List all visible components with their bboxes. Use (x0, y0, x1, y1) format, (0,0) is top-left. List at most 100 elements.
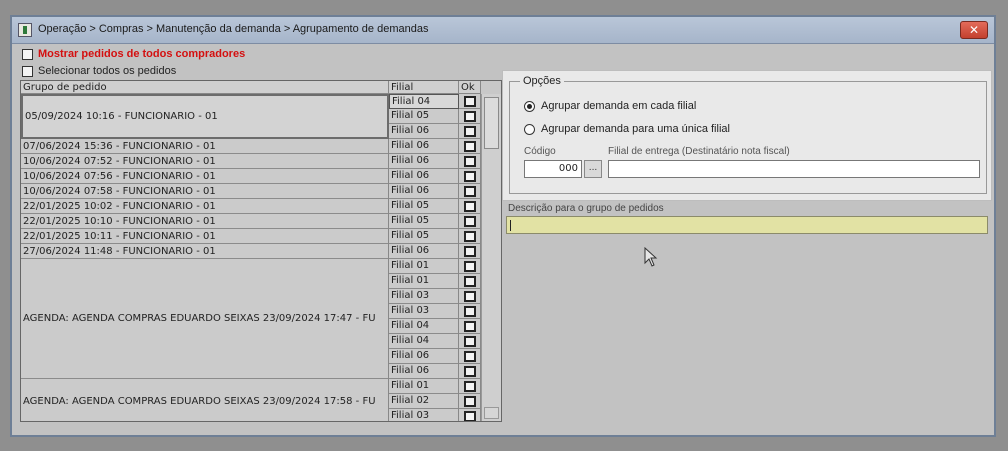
ok-cell (459, 199, 481, 214)
ok-cell (459, 109, 481, 124)
group-label: 10/06/2024 07:52 - FUNCIONARIO - 01 (23, 155, 216, 167)
filial-cell[interactable]: Filial 06 (389, 184, 459, 199)
ok-checkbox[interactable] (463, 110, 476, 122)
ok-checkbox[interactable] (463, 140, 476, 152)
ok-checkbox[interactable] (463, 275, 476, 287)
grid-scrollbar[interactable] (481, 94, 501, 421)
group-row[interactable]: 22/01/2025 10:02 - FUNCIONARIO - 01 (21, 199, 389, 214)
filial-cell[interactable]: Filial 03 (389, 289, 459, 304)
grid-scrollbar-down[interactable] (484, 407, 499, 419)
group-row[interactable]: 05/09/2024 10:16 - FUNCIONARIO - 01 (21, 94, 389, 139)
group-row[interactable]: 22/01/2025 10:10 - FUNCIONARIO - 01 (21, 214, 389, 229)
filial-cell[interactable]: Filial 06 (389, 244, 459, 259)
filial-cell[interactable]: Filial 03 (389, 409, 459, 421)
radio-option-unica-filial[interactable]: Agrupar demanda para uma única filial (524, 123, 730, 135)
filial-cell[interactable]: Filial 01 (389, 379, 459, 394)
filial-cell[interactable]: Filial 04 (389, 94, 459, 109)
ok-checkbox[interactable] (463, 290, 476, 302)
ok-cell (459, 304, 481, 319)
group-row[interactable]: 10/06/2024 07:58 - FUNCIONARIO - 01 (21, 184, 389, 199)
select-all-orders-option[interactable]: Selecionar todos os pedidos (22, 64, 176, 78)
ok-checkbox[interactable] (463, 245, 476, 257)
ok-checkbox[interactable] (463, 305, 476, 317)
filial-cell[interactable]: Filial 06 (389, 139, 459, 154)
filial-cell[interactable]: Filial 01 (389, 274, 459, 289)
options-fieldset: Opções Agrupar demanda em cada filial Ag… (509, 75, 987, 194)
filial-cell[interactable]: Filial 04 (389, 334, 459, 349)
ok-cell (459, 139, 481, 154)
filial-entrega-label: Filial de entrega (Destinatário nota fis… (608, 146, 790, 157)
codigo-label: Código (524, 146, 556, 157)
group-label: 27/06/2024 11:48 - FUNCIONARIO - 01 (23, 245, 216, 257)
filial-cell[interactable]: Filial 05 (389, 214, 459, 229)
ok-cell (459, 214, 481, 229)
ok-cell (459, 154, 481, 169)
ok-checkbox[interactable] (463, 230, 476, 242)
group-label: 10/06/2024 07:56 - FUNCIONARIO - 01 (23, 170, 216, 182)
order-group-grid: Grupo de pedido Filial Ok 05/09/2024 10:… (20, 80, 502, 422)
options-panel: Opções Agrupar demanda em cada filial Ag… (502, 70, 992, 201)
radio-unica-filial-label: Agrupar demanda para uma única filial (541, 123, 730, 135)
group-label: 07/06/2024 15:36 - FUNCIONARIO - 01 (23, 140, 216, 152)
column-header-ok[interactable]: Ok (459, 81, 481, 94)
ok-checkbox[interactable] (463, 395, 476, 407)
group-row[interactable]: 22/01/2025 10:11 - FUNCIONARIO - 01 (21, 229, 389, 244)
column-header-grupo[interactable]: Grupo de pedido (21, 81, 389, 94)
group-label: 10/06/2024 07:58 - FUNCIONARIO - 01 (23, 185, 216, 197)
filial-entrega-field[interactable] (608, 160, 980, 178)
ok-checkbox[interactable] (463, 170, 476, 182)
ok-checkbox[interactable] (463, 185, 476, 197)
app-icon (18, 23, 32, 37)
ok-checkbox[interactable] (463, 335, 476, 347)
grid-scrollbar-thumb[interactable] (484, 97, 499, 149)
select-all-orders-checkbox[interactable] (22, 65, 33, 77)
filial-cell[interactable]: Filial 05 (389, 229, 459, 244)
group-row[interactable]: 27/06/2024 11:48 - FUNCIONARIO - 01 (21, 244, 389, 259)
ok-cell (459, 169, 481, 184)
column-header-filial[interactable]: Filial (389, 81, 459, 94)
close-button[interactable]: ✕ (960, 21, 988, 39)
ok-cell (459, 349, 481, 364)
group-row[interactable]: 10/06/2024 07:52 - FUNCIONARIO - 01 (21, 154, 389, 169)
radio-option-cada-filial[interactable]: Agrupar demanda em cada filial (524, 100, 696, 112)
ok-cell (459, 409, 481, 421)
radio-unica-filial[interactable] (524, 123, 535, 135)
filial-cell[interactable]: Filial 05 (389, 109, 459, 124)
filial-cell[interactable]: Filial 03 (389, 304, 459, 319)
group-label: AGENDA: AGENDA COMPRAS EDUARDO SEIXAS 23… (23, 395, 376, 407)
ok-checkbox[interactable] (463, 410, 476, 421)
show-all-buyers-option[interactable]: Mostrar pedidos de todos compradores (22, 47, 245, 61)
ok-checkbox[interactable] (463, 365, 476, 377)
codigo-field[interactable]: 000 (524, 160, 582, 178)
ok-checkbox[interactable] (463, 200, 476, 212)
ok-checkbox[interactable] (463, 260, 476, 272)
radio-cada-filial[interactable] (524, 100, 535, 112)
ok-checkbox[interactable] (463, 125, 476, 137)
show-all-buyers-label: Mostrar pedidos de todos compradores (38, 48, 246, 60)
filial-cell[interactable]: Filial 01 (389, 259, 459, 274)
ok-checkbox[interactable] (463, 380, 476, 392)
filial-cell[interactable]: Filial 06 (389, 349, 459, 364)
ok-checkbox[interactable] (463, 95, 476, 107)
descricao-field[interactable] (506, 216, 988, 234)
group-row[interactable]: AGENDA: AGENDA COMPRAS EDUARDO SEIXAS 23… (21, 259, 389, 379)
group-row[interactable]: AGENDA: AGENDA COMPRAS EDUARDO SEIXAS 23… (21, 379, 389, 421)
ok-cell (459, 319, 481, 334)
group-row[interactable]: 10/06/2024 07:56 - FUNCIONARIO - 01 (21, 169, 389, 184)
ok-checkbox[interactable] (463, 155, 476, 167)
filial-cell[interactable]: Filial 06 (389, 124, 459, 139)
group-label: 22/01/2025 10:02 - FUNCIONARIO - 01 (23, 200, 216, 212)
ok-checkbox[interactable] (463, 350, 476, 362)
filial-cell[interactable]: Filial 06 (389, 154, 459, 169)
ok-checkbox[interactable] (463, 215, 476, 227)
filial-cell[interactable]: Filial 02 (389, 394, 459, 409)
filial-cell[interactable]: Filial 06 (389, 364, 459, 379)
mouse-cursor-icon (644, 247, 658, 267)
ok-checkbox[interactable] (463, 320, 476, 332)
codigo-lookup-button[interactable]: ... (584, 160, 602, 178)
show-all-buyers-checkbox[interactable] (22, 48, 33, 60)
filial-cell[interactable]: Filial 06 (389, 169, 459, 184)
group-row[interactable]: 07/06/2024 15:36 - FUNCIONARIO - 01 (21, 139, 389, 154)
filial-cell[interactable]: Filial 05 (389, 199, 459, 214)
filial-cell[interactable]: Filial 04 (389, 319, 459, 334)
